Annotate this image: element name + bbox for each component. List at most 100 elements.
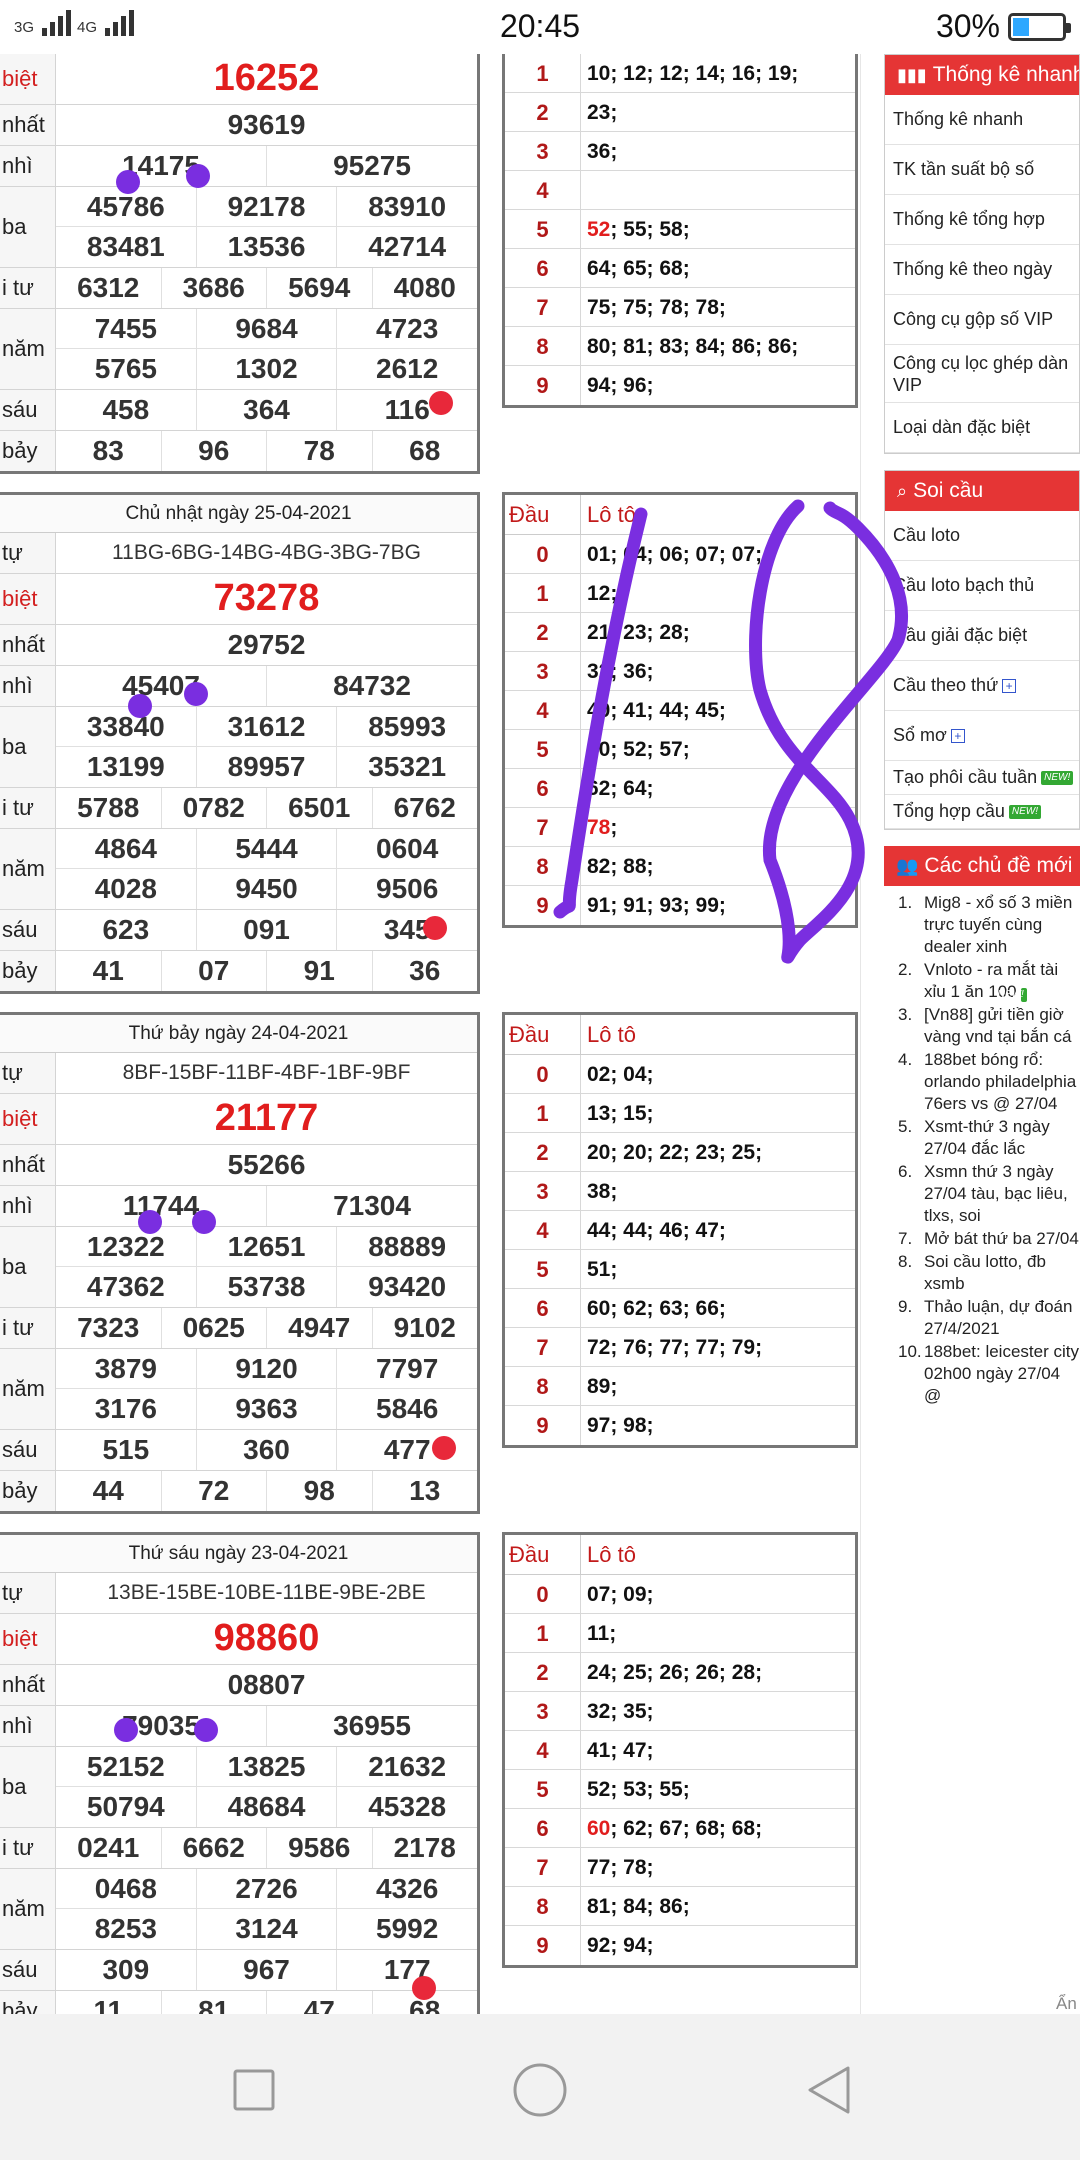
loto-head-label: Đầu — [505, 495, 581, 534]
value-line: 21177 — [56, 1094, 477, 1144]
loto-row: 3 32; 35; — [505, 1692, 855, 1731]
prize-number: 85993 — [368, 711, 447, 742]
topic-number: 6. — [898, 1162, 913, 1181]
circle-icon[interactable] — [512, 2062, 568, 2118]
value-line: 55266 — [56, 1145, 477, 1185]
prize-number: 7797 — [376, 1353, 439, 1384]
value-line: 16252 — [56, 54, 477, 104]
topic-number: 8. — [898, 1252, 913, 1271]
topics-header[interactable]: 👥 Các chủ đề mới — [884, 846, 1080, 886]
prize-row: sáu 515 360 477 — [0, 1430, 477, 1471]
loto-numbers: 50; 52; 57; — [581, 730, 690, 768]
value-line: 8BF-15BF-11BF-4BF-1BF-9BF — [56, 1053, 477, 1093]
prize-number: 71304 — [333, 1190, 411, 1221]
purple-marker-dot — [194, 1718, 218, 1742]
loto-row: 4 40; 41; 44; 45; — [505, 691, 855, 730]
value-line: 98860 — [56, 1614, 477, 1664]
prize-number: 98 — [267, 1471, 373, 1511]
loto-head-digit: 6 — [505, 1289, 581, 1327]
topic-item[interactable]: 6. Xsmn thứ 3 ngày 27/04 tàu, bạc liêu, t… — [884, 1161, 1080, 1227]
stats-link[interactable]: Công cụ lọc ghép dàn VIP — [885, 345, 1079, 403]
stats-link[interactable]: TK tần suất bộ số — [885, 145, 1079, 195]
topic-item[interactable]: 7. Mở bát thứ ba 27/04 — [884, 1228, 1080, 1250]
loto-head-digit: 8 — [505, 1367, 581, 1405]
topic-item[interactable]: 1. Mig8 - xổ số 3 miền trực tuyến cùng de… — [884, 892, 1080, 958]
prize-number: 89957 — [197, 747, 338, 787]
soicau-link[interactable]: Cầu theo thứ + — [885, 661, 1079, 711]
result-table: biệt 16252 nhất 93619 nhì 14175 95275 ba 45786 92… — [0, 54, 480, 474]
code-row: tự 13BE-15BE-10BE-11BE-9BE-2BE — [0, 1573, 477, 1614]
loto-row: 5 52; 53; 55; — [505, 1770, 855, 1809]
soicau-link[interactable]: Cầu loto — [885, 511, 1079, 561]
stats-link[interactable]: Thống kê nhanh — [885, 95, 1079, 145]
sidebar-footer-text: Ẩn — [1056, 1994, 1077, 2013]
row-values: 98860 — [56, 1614, 477, 1664]
row-values: 3879 9120 7797 3176 9363 5846 — [56, 1349, 477, 1429]
loto-numbers: 12; — [581, 574, 617, 612]
stats-link[interactable]: Loại dàn đặc biệt — [885, 403, 1079, 453]
triangle-back-icon[interactable] — [802, 2062, 858, 2118]
topic-item[interactable]: 8. Soi cầu lotto, đb xsmb — [884, 1251, 1080, 1295]
soicau-link-label: Cầu loto bạch thủ — [893, 575, 1035, 595]
loto-head-digit: 6 — [505, 769, 581, 807]
loto-values: 92; 94; — [587, 1934, 654, 1957]
loto-numbers: 60; 62; 67; 68; 68; — [581, 1809, 762, 1847]
soicau-link[interactable]: Tổng hợp cầu NEW! — [885, 795, 1079, 829]
loto-values: 13; 15; — [587, 1102, 654, 1125]
topic-number: 2. — [898, 960, 913, 979]
stats-link[interactable]: Thống kê theo ngày — [885, 245, 1079, 295]
loto-head-digit: 7 — [505, 288, 581, 326]
soicau-link[interactable]: Sổ mơ + — [885, 711, 1079, 761]
prize-number: 6762 — [393, 792, 456, 823]
soicau-link[interactable]: Cầu giải đặc biệt — [885, 611, 1079, 661]
loto-values: 38; — [587, 1180, 618, 1203]
topic-item[interactable]: 9. Thảo luận, dự đoán 27/4/2021 — [884, 1296, 1080, 1340]
battery-percent: 30% — [935, 8, 1000, 44]
prize-row: ba 52152 13825 21632 50794 48684 45328 — [0, 1747, 477, 1828]
row-label: bảy — [0, 1471, 56, 1511]
prize-number: 42714 — [368, 231, 447, 262]
loto-numbers: 51; — [581, 1250, 617, 1288]
soicau-link[interactable]: Tạo phôi cầu tuần NEW! — [885, 761, 1079, 795]
purple-marker-dot — [128, 694, 152, 718]
stats-title: Thống kê nhanh — [932, 63, 1079, 86]
value-line: 13BE-15BE-10BE-11BE-9BE-2BE — [56, 1573, 477, 1613]
soicau-link[interactable]: Cầu loto bạch thủ — [885, 561, 1079, 611]
loto-values: 07; 09; — [587, 1583, 654, 1606]
prize-number: 177 — [383, 1954, 431, 1985]
value-line: 12322 12651 88889 — [56, 1227, 477, 1267]
loto-row: 8 81; 84; 86; — [505, 1887, 855, 1926]
loto-row: 2 23; — [505, 93, 855, 132]
prize-number: 2726 — [197, 1869, 338, 1908]
topic-item[interactable]: 3. [Vn88] gửi tiền giờ vàng vnd tại bắn c… — [884, 1004, 1080, 1048]
prize-number: 95275 — [333, 150, 411, 181]
prize-number: 21177 — [214, 1097, 319, 1139]
prize-row: bảy 41 07 91 36 — [0, 951, 477, 991]
loto-head-digit: 1 — [505, 574, 581, 612]
loto-numbers: 80; 81; 83; 84; 86; 86; — [581, 327, 798, 365]
loto-values: 64; 65; 68; — [587, 257, 690, 280]
prize-number: 091 — [197, 910, 338, 950]
topic-number: 9. — [898, 1297, 913, 1316]
soicau-header[interactable]: ⌕ Soi cầu — [885, 471, 1079, 511]
square-icon[interactable] — [226, 2062, 282, 2118]
topic-text: [Vn88] gửi tiền giờ vàng vnd tại bắn cá — [924, 1005, 1072, 1046]
prize-row: nhất 93619 — [0, 105, 477, 146]
topic-text: Vnloto - ra mắt tài xỉu 1 ăn 100 — [924, 960, 1059, 1001]
loto-numbers: 20; 20; 22; 23; 25; — [581, 1133, 762, 1171]
topic-item[interactable]: 5. Xsmt-thứ 3 ngày 27/04 đắc lắc — [884, 1116, 1080, 1160]
topic-item[interactable]: 2. Vnloto - ra mắt tài xỉu 1 ăn 100NEW! — [884, 959, 1080, 1003]
loto-values: 62; 64; — [587, 777, 654, 800]
loto-values: 80; 81; 83; 84; 86; 86; — [587, 335, 799, 358]
stats-link[interactable]: Công cụ gộp số VIP — [885, 295, 1079, 345]
prize-row: sáu 458 364 116 — [0, 390, 477, 431]
loto-row: 8 80; 81; 83; 84; 86; 86; — [505, 327, 855, 366]
topic-item[interactable]: 4. 188bet bóng rổ: orlando philadelphia 7… — [884, 1049, 1080, 1115]
loto-head-digit: 3 — [505, 1172, 581, 1210]
loto-row: 4 44; 44; 46; 47; — [505, 1211, 855, 1250]
prize-number: 83910 — [368, 191, 447, 222]
loto-head-digit: 2 — [505, 93, 581, 131]
stats-header[interactable]: ▮▮▮ Thống kê nhanh — [885, 55, 1079, 95]
stats-link[interactable]: Thống kê tổng hợp — [885, 195, 1079, 245]
topic-item[interactable]: 10. 188bet: leicester city 02h00 ngày 27/… — [884, 1341, 1080, 1407]
